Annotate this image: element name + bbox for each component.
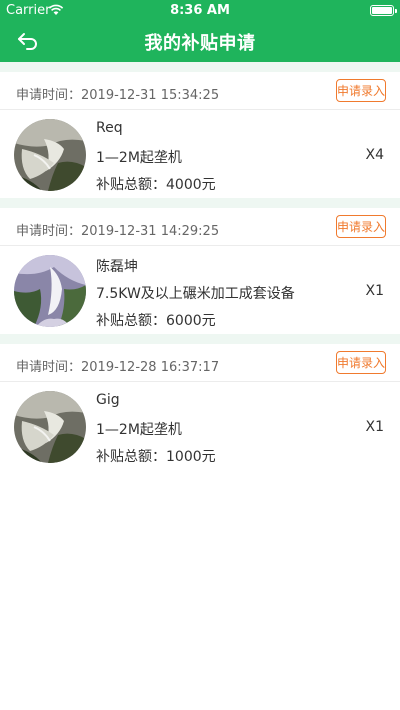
equipment-name: 1—2M起垄机 <box>96 422 182 438</box>
equipment-name: 1—2M起垄机 <box>96 150 182 166</box>
quantity: X4 <box>365 147 385 163</box>
application-time: 申请时间：2019-12-31 14:29:25 <box>16 220 219 239</box>
avatar <box>14 391 86 463</box>
section-gap <box>0 62 400 72</box>
app-header: Carrier 8:36 AM 我的补贴申请 <box>0 0 400 62</box>
waterfall-photo-icon <box>14 255 86 327</box>
applicant-name: Gig <box>96 392 120 408</box>
application-time: 申请时间：2019-12-28 16:37:17 <box>16 356 219 375</box>
section-gap <box>0 334 400 344</box>
card-header: 申请时间：2019-12-31 14:29:25 申请录入 <box>0 208 400 246</box>
waterfall-photo-icon <box>14 391 86 463</box>
equipment-name: 7.5KW及以上碾米加工成套设备 <box>96 286 295 302</box>
avatar <box>14 255 86 327</box>
subsidy-total: 补贴总额：4000元 <box>96 174 216 194</box>
quantity: X1 <box>365 283 385 299</box>
time-value: 2019-12-28 16:37:17 <box>81 360 220 375</box>
card-header: 申请时间：2019-12-31 15:34:25 申请录入 <box>0 72 400 110</box>
application-card[interactable]: 申请时间：2019-12-31 15:34:25 申请录入 Req 1—2M起垄… <box>0 72 400 198</box>
applicant-name: 陈磊坤 <box>96 259 138 275</box>
total-value: 4000元 <box>166 177 216 193</box>
battery-icon <box>370 5 397 16</box>
avatar <box>14 119 86 191</box>
application-time: 申请时间：2019-12-31 15:34:25 <box>16 84 219 103</box>
total-value: 1000元 <box>166 449 216 465</box>
card-header: 申请时间：2019-12-28 16:37:17 申请录入 <box>0 344 400 382</box>
card-body: Gig 1—2M起垄机 X1 补贴总额：1000元 <box>0 382 400 470</box>
time-label: 申请时间： <box>16 360 82 375</box>
quantity: X1 <box>365 419 385 435</box>
apply-entry-button[interactable]: 申请录入 <box>336 79 386 102</box>
waterfall-photo-icon <box>14 119 86 191</box>
total-label: 补贴总额： <box>96 177 166 193</box>
application-list: 申请时间：2019-12-31 15:34:25 申请录入 Req 1—2M起垄… <box>0 62 400 470</box>
time-label: 申请时间： <box>16 88 82 103</box>
section-gap <box>0 198 400 208</box>
subsidy-total: 补贴总额：1000元 <box>96 446 216 466</box>
time-label: 申请时间： <box>16 224 82 239</box>
applicant-name: Req <box>96 120 123 136</box>
total-value: 6000元 <box>166 313 216 329</box>
page-title: 我的补贴申请 <box>144 33 256 54</box>
status-bar: Carrier 8:36 AM <box>0 0 400 20</box>
time-value: 2019-12-31 15:34:25 <box>81 88 220 103</box>
application-card[interactable]: 申请时间：2019-12-31 14:29:25 申请录入 陈磊坤 7.5KW及… <box>0 208 400 334</box>
apply-entry-button[interactable]: 申请录入 <box>336 215 386 238</box>
time-value: 2019-12-31 14:29:25 <box>81 224 220 239</box>
apply-entry-button[interactable]: 申请录入 <box>336 351 386 374</box>
card-body: 陈磊坤 7.5KW及以上碾米加工成套设备 X1 补贴总额：6000元 <box>0 246 400 334</box>
card-body: Req 1—2M起垄机 X4 补贴总额：4000元 <box>0 110 400 198</box>
nav-bar: 我的补贴申请 <box>0 20 400 62</box>
total-label: 补贴总额： <box>96 449 166 465</box>
subsidy-total: 补贴总额：6000元 <box>96 310 216 330</box>
application-card[interactable]: 申请时间：2019-12-28 16:37:17 申请录入 Gig 1—2M起垄… <box>0 344 400 470</box>
clock: 8:36 AM <box>170 3 230 18</box>
total-label: 补贴总额： <box>96 313 166 329</box>
